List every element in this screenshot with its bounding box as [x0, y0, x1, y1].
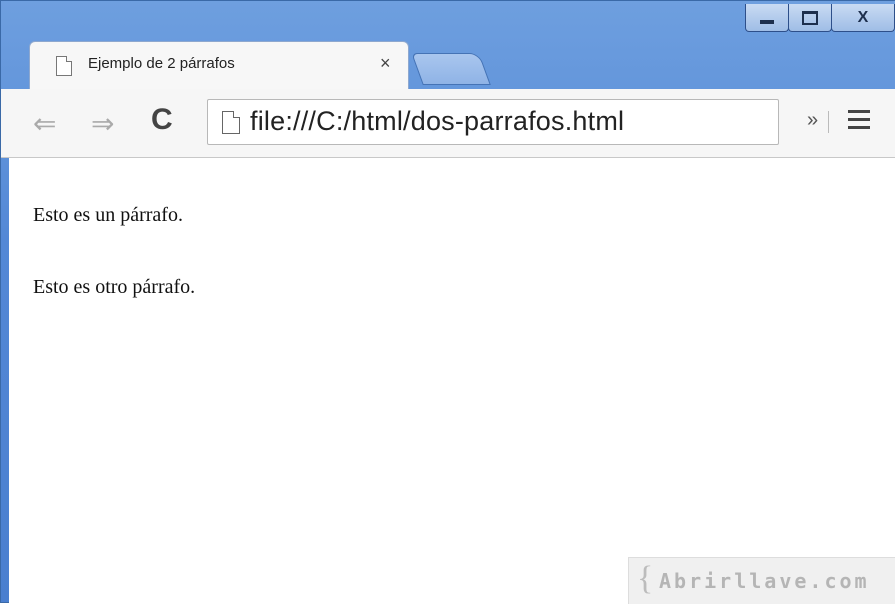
minimize-icon [760, 19, 774, 24]
address-bar[interactable]: file:///C:/html/dos-parrafos.html [207, 99, 779, 145]
maximize-icon [802, 10, 818, 25]
forward-button[interactable]: ⇒ [91, 107, 114, 140]
page-icon [222, 111, 240, 134]
url-text[interactable]: file:///C:/html/dos-parrafos.html [250, 106, 624, 137]
browser-window: X Ejemplo de 2 párrafos × ⇐ ⇒ C file:///… [0, 0, 895, 604]
menu-button[interactable] [848, 110, 870, 134]
page-icon [56, 56, 72, 76]
close-icon: X [857, 8, 869, 26]
watermark-text: Abrirllave.com [659, 569, 870, 593]
minimize-button[interactable] [745, 4, 789, 32]
paragraph-2: Esto es otro párrafo. [33, 276, 196, 298]
menu-icon-bar [848, 126, 870, 129]
close-window-button[interactable]: X [831, 4, 895, 32]
extensions-overflow-button[interactable]: » [807, 109, 818, 132]
watermark-brace: { [637, 560, 654, 597]
window-controls: X [745, 4, 895, 36]
new-tab-button[interactable] [411, 53, 491, 85]
menu-icon-bar [848, 110, 870, 113]
toolbar-divider [828, 111, 829, 133]
page-content: Esto es un párrafo. Esto es otro párrafo… [9, 158, 895, 604]
browser-toolbar: ⇐ ⇒ C file:///C:/html/dos-parrafos.html … [1, 89, 895, 158]
tab-title: Ejemplo de 2 párrafos [88, 55, 235, 72]
reload-button[interactable]: C [151, 103, 173, 137]
tab-close-button[interactable]: × [380, 53, 391, 74]
menu-icon-bar [848, 118, 870, 121]
paragraph-1: Esto es un párrafo. [33, 204, 183, 226]
tab-active[interactable]: Ejemplo de 2 párrafos × [29, 41, 409, 90]
watermark: { Abrirllave.com [628, 557, 895, 604]
maximize-button[interactable] [788, 4, 832, 32]
back-button[interactable]: ⇐ [33, 107, 56, 140]
